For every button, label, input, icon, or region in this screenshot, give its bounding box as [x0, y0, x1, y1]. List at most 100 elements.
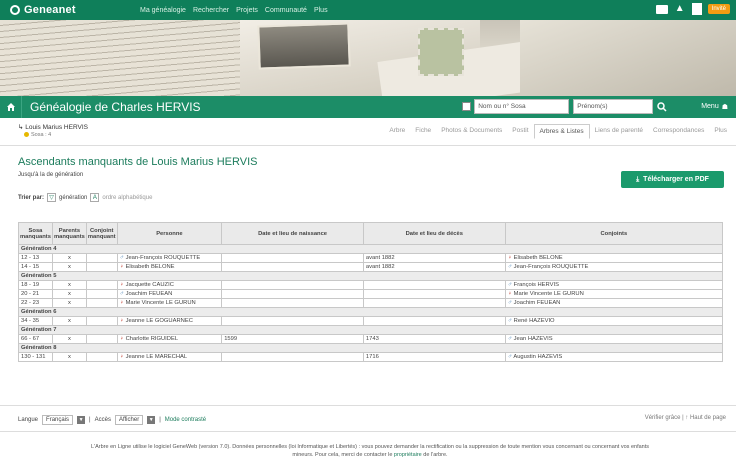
table-row: 20 - 21 x ♂ Joachim FEUEAN ♀ Marie Vincente…: [18, 289, 724, 299]
spouse-cell[interactable]: ♂ François HERVIS: [504, 280, 724, 290]
person-cell[interactable]: ♂ Jean-François ROUQUETTE: [116, 253, 223, 263]
person-name[interactable]: Charlotte RIGUIDEL: [126, 336, 179, 342]
table-row: 130 - 131 x ♀ Jeanne LE MARECHAL 1716 ♂ Augu…: [18, 352, 724, 362]
spouse-name[interactable]: Joachim FEUEAN: [514, 300, 561, 306]
spouse-cell[interactable]: ♀ Marie Vincente LE GURUN: [504, 289, 724, 299]
page-title: Ascendants manquants de Louis Marius HER…: [18, 156, 258, 168]
mail-icon[interactable]: [655, 4, 668, 14]
breadcrumb[interactable]: ↳ Louis Marius HERVIS: [18, 123, 88, 131]
conjoint-missing-cell: [85, 289, 118, 299]
person-name[interactable]: Joachim FEUEAN: [126, 291, 173, 297]
tab-photos-documents[interactable]: Photos & Documents: [436, 124, 507, 139]
person-name[interactable]: Jeanne LE GOGUARNEC: [126, 318, 193, 324]
acces-select[interactable]: Afficher: [114, 415, 144, 425]
person-cell[interactable]: ♂ Joachim FEUEAN: [116, 289, 223, 299]
mode-contraste-link[interactable]: Mode contrasté: [165, 417, 206, 423]
person-cell[interactable]: ♀ Marie Vincente LE GURUN: [116, 298, 223, 308]
person-tabs: Arbre Fiche Photos & Documents Postit Ar…: [384, 124, 732, 139]
legal-text-1: L'Arbre en Ligne utilise le logiciel Gen…: [91, 444, 649, 450]
top-right-tools: ▲ Invité: [655, 3, 730, 15]
legal-text-3: de l'arbre.: [423, 452, 448, 458]
spouse-cell[interactable]: ♂ Augustin HAZEVIS: [504, 352, 724, 362]
person-name[interactable]: Elisabeth BELONE: [126, 264, 175, 270]
premium-button[interactable]: Invité: [707, 4, 730, 14]
birth-cell: [221, 280, 364, 290]
person-cell[interactable]: ♀ Jacquette CAUZIC: [116, 280, 223, 290]
spouse-cell[interactable]: ♀ Elisabeth BELONE: [504, 253, 724, 263]
spouse-name[interactable]: Augustin HAZEVIS: [513, 354, 562, 360]
tab-liens-parente[interactable]: Liens de parenté: [590, 124, 648, 139]
person-cell[interactable]: ♀ Jeanne LE MARECHAL: [116, 352, 223, 362]
person-cell[interactable]: ♀ Elisabeth BELONE: [116, 262, 223, 272]
sort-generation-link[interactable]: génération: [59, 195, 87, 201]
person-cell[interactable]: ♀ Jeanne LE GOGUARNEC: [116, 316, 223, 326]
parents-missing-cell: x: [51, 352, 87, 362]
spouse-name[interactable]: Jean-François ROUQUETTE: [514, 264, 589, 270]
person-cell[interactable]: ♀ Charlotte RIGUIDEL: [116, 334, 223, 344]
generation-label: Génération 7: [18, 325, 723, 335]
sosa-cell: 12 - 13: [18, 253, 53, 263]
user-icon[interactable]: [691, 3, 702, 15]
spouse-name[interactable]: Elisabeth BELONE: [514, 255, 563, 261]
person-name[interactable]: Jacquette CAUZIC: [126, 282, 174, 288]
tab-postit[interactable]: Postit: [507, 124, 533, 139]
tab-correspondances[interactable]: Correspondances: [648, 124, 709, 139]
search-button[interactable]: [653, 99, 671, 114]
table-row: 14 - 15 x ♀ Elisabeth BELONE avant 1882 ♂ Je…: [18, 262, 724, 272]
acces-dropdown-icon[interactable]: ▼: [147, 416, 156, 424]
separator: |: [89, 417, 91, 423]
langue-dropdown-icon[interactable]: ▼: [77, 416, 86, 424]
nav-projets[interactable]: Projets: [236, 7, 258, 14]
geneanet-logo[interactable]: Geneanet: [0, 4, 140, 16]
sosa-icon: [24, 132, 29, 138]
table-row: 12 - 13 x ♂ Jean-François ROUQUETTE avant 1…: [18, 253, 724, 263]
person-name[interactable]: Jeanne LE MARECHAL: [126, 354, 188, 360]
home-button[interactable]: [0, 96, 22, 118]
death-cell: 1743: [362, 334, 506, 344]
footer-bar: Langue Français ▼ | Accès Afficher ▼ | M…: [0, 405, 736, 432]
bell-icon[interactable]: ▲: [674, 3, 686, 15]
nom-sosa-input[interactable]: Nom ou n° Sosa: [474, 99, 570, 114]
generation-label: Génération 8: [18, 343, 723, 353]
owner-link[interactable]: propriétaire: [394, 452, 422, 458]
table-header-row: Sosa manquants Parents manquants Conjoin…: [18, 222, 724, 245]
tree-search: Nom ou n° Sosa Prénom(s) Menu ☗: [462, 99, 728, 114]
nav-communaute[interactable]: Communauté: [265, 7, 307, 14]
spouse-name[interactable]: René HAZEVIO: [514, 318, 555, 324]
prenom-input[interactable]: Prénom(s): [573, 99, 654, 114]
col-conjoints: Conjoints: [504, 222, 724, 245]
spouse-cell[interactable]: ♂ René HAZEVIO: [504, 316, 724, 326]
spouse-name[interactable]: François HERVIS: [514, 282, 559, 288]
table-row: 22 - 23 x ♀ Marie Vincente LE GURUN ♂ Joach…: [18, 298, 724, 308]
tab-plus[interactable]: Plus: [709, 124, 732, 139]
tab-arbre[interactable]: Arbre: [384, 124, 410, 139]
spouse-cell[interactable]: ♂ Joachim FEUEAN: [504, 298, 724, 308]
banner-old-photo: [257, 22, 351, 70]
spouse-name[interactable]: Marie Vincente LE GURUN: [514, 291, 584, 297]
sosa-cell: 130 - 131: [18, 352, 53, 362]
tab-fiche[interactable]: Fiche: [410, 124, 436, 139]
footer-right-links[interactable]: Vérifier grâce | ↑ Haut de page: [645, 415, 726, 421]
nav-plus[interactable]: Plus: [314, 7, 328, 14]
sort-alpha-icon[interactable]: A: [90, 193, 100, 202]
genealogy-title[interactable]: Généalogie de Charles HERVIS: [22, 100, 201, 114]
birth-cell: [221, 298, 364, 308]
person-name[interactable]: Marie Vincente LE GURUN: [126, 300, 196, 306]
nav-ma-genealogie[interactable]: Ma généalogie: [140, 7, 186, 14]
nav-rechercher[interactable]: Rechercher: [193, 7, 229, 14]
sosa-label: Sosa : 4: [31, 132, 52, 138]
spouse-name[interactable]: Jean HAZEVIS: [514, 336, 553, 342]
tab-arbres-listes[interactable]: Arbres & Listes: [533, 124, 590, 139]
table-body: Génération 4 12 - 13 x ♂ Jean-François ROUQ…: [18, 244, 724, 362]
spouse-cell[interactable]: ♂ Jean-François ROUQUETTE: [504, 262, 724, 272]
spouse-cell[interactable]: ♂ Jean HAZEVIS: [504, 334, 724, 344]
sort-generation-icon[interactable]: ▽: [47, 193, 57, 202]
sosa-cell: 22 - 23: [18, 298, 53, 308]
download-pdf-button[interactable]: ⤓ Télécharger en PDF: [621, 171, 724, 188]
search-toggle-checkbox[interactable]: [462, 102, 472, 111]
person-name[interactable]: Jean-François ROUQUETTE: [126, 255, 201, 261]
menu-button[interactable]: Menu ☗: [701, 103, 728, 111]
parents-missing-cell: x: [51, 253, 87, 263]
sort-alpha-link[interactable]: ordre alphabétique: [102, 195, 152, 201]
langue-select[interactable]: Français: [42, 415, 74, 425]
